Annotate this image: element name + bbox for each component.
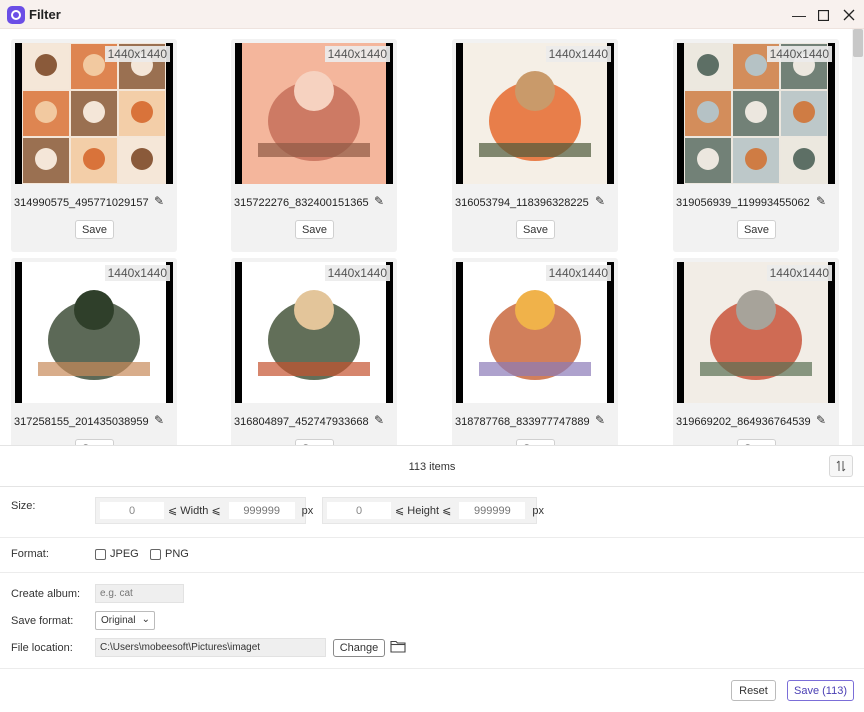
divider — [0, 668, 864, 669]
dimension-badge: 1440x1440 — [766, 265, 832, 281]
illustration-preview — [463, 43, 607, 184]
illustration-preview — [684, 43, 828, 184]
save-button[interactable]: Save — [516, 220, 555, 239]
items-count: 113 items — [408, 461, 456, 473]
png-checkbox-box[interactable] — [150, 548, 161, 560]
scrollbar-thumb[interactable] — [853, 29, 863, 57]
image-card[interactable]: 1440x1440317258155_201435038959✎Save — [11, 258, 177, 445]
image-grid: 1440x1440 314990575_495771029157 ✎ Save 1440… — [0, 29, 852, 445]
title-bar: Filter — — [0, 0, 864, 29]
sort-button[interactable] — [829, 455, 853, 477]
format-label: Format: — [11, 548, 49, 560]
save-button[interactable]: Save — [737, 220, 776, 239]
image-card[interactable]: 1440x1440316804897_452747933668✎Save — [231, 258, 397, 445]
size-label: Size: — [11, 500, 36, 512]
dimension-badge: 1440x1440 — [104, 46, 170, 62]
height-range: ⩽ Height ⩽ px — [322, 497, 544, 524]
folder-icon[interactable] — [390, 639, 406, 655]
divider — [0, 537, 864, 538]
illustration-preview — [22, 262, 166, 403]
width-min-input[interactable] — [100, 502, 164, 519]
pencil-icon[interactable]: ✎ — [816, 194, 826, 208]
image-thumbnail[interactable]: 1440x1440 — [15, 43, 173, 184]
height-min-input[interactable] — [327, 502, 391, 519]
change-location-button[interactable]: Change — [333, 639, 385, 657]
grid-scrollbar[interactable] — [852, 29, 864, 445]
width-range: ⩽ Width ⩽ px — [95, 497, 313, 524]
dimension-badge: 1440x1440 — [766, 46, 832, 62]
file-name: 318787768_833977747889 — [455, 416, 590, 428]
image-thumbnail[interactable]: 1440x1440 — [456, 262, 614, 403]
png-checkbox-label: PNG — [165, 548, 189, 560]
chevron-down-icon: ⌄ — [141, 614, 150, 625]
image-card[interactable]: 1440x1440 316053794_118396328225 ✎ Save — [452, 39, 618, 252]
sort-icon — [836, 460, 846, 472]
image-card[interactable]: 1440x1440 319056939_119993455062 ✎ Save — [673, 39, 839, 252]
file-location-label: File location: — [11, 642, 73, 654]
pencil-icon[interactable]: ✎ — [374, 194, 384, 208]
image-thumbnail[interactable]: 1440x1440 — [456, 43, 614, 184]
dimension-badge: 1440x1440 — [545, 46, 611, 62]
save-format-value: Original — [101, 615, 136, 626]
close-icon[interactable] — [838, 4, 860, 26]
image-thumbnail[interactable]: 1440x1440 — [15, 262, 173, 403]
illustration-preview — [242, 43, 386, 184]
height-unit: px — [532, 504, 544, 517]
image-thumbnail[interactable]: 1440x1440 — [235, 262, 393, 403]
file-name: 317258155_201435038959 — [14, 416, 149, 428]
width-max-input[interactable] — [228, 502, 295, 519]
png-checkbox[interactable]: PNG — [150, 548, 189, 560]
status-bar: 113 items — [0, 445, 864, 487]
file-name: 319056939_119993455062 — [676, 197, 810, 209]
image-thumbnail[interactable]: 1440x1440 — [677, 262, 835, 403]
image-card[interactable]: 1440x1440 314990575_495771029157 ✎ Save — [11, 39, 177, 252]
dimension-badge: 1440x1440 — [104, 265, 170, 281]
file-name: 319669202_864936764539 — [676, 416, 811, 428]
minimize-icon[interactable]: — — [788, 4, 810, 26]
reset-button[interactable]: Reset — [731, 680, 776, 701]
pencil-icon[interactable]: ✎ — [154, 194, 164, 208]
width-unit: px — [301, 504, 314, 517]
image-card[interactable]: 1440x1440 315722276_832400151365 ✎ Save — [231, 39, 397, 252]
image-thumbnail[interactable]: 1440x1440 — [677, 43, 835, 184]
file-name: 314990575_495771029157 — [14, 197, 149, 209]
width-range-label: ⩽ Width ⩽ — [168, 505, 221, 517]
height-range-label: ⩽ Height ⩽ — [395, 505, 452, 517]
jpeg-checkbox[interactable]: JPEG — [95, 548, 139, 560]
jpeg-checkbox-box[interactable] — [95, 548, 106, 560]
illustration-preview — [463, 262, 607, 403]
illustration-preview — [684, 262, 828, 403]
jpeg-checkbox-label: JPEG — [110, 548, 139, 560]
image-card[interactable]: 1440x1440319669202_864936764539✎Save — [673, 258, 839, 445]
divider — [0, 572, 864, 573]
file-name: 316804897_452747933668 — [234, 416, 369, 428]
dimension-badge: 1440x1440 — [324, 46, 390, 62]
save-button[interactable]: Save — [75, 220, 114, 239]
pencil-icon[interactable]: ✎ — [595, 194, 605, 208]
save-format-label: Save format: — [11, 615, 74, 627]
save-all-button[interactable]: Save (113) — [787, 680, 854, 701]
pencil-icon[interactable]: ✎ — [154, 413, 164, 427]
maximize-icon[interactable] — [812, 4, 834, 26]
file-name: 316053794_118396328225 — [455, 197, 589, 209]
app-logo-icon — [7, 6, 25, 24]
pencil-icon[interactable]: ✎ — [595, 413, 605, 427]
image-thumbnail[interactable]: 1440x1440 — [235, 43, 393, 184]
dimension-badge: 1440x1440 — [324, 265, 390, 281]
illustration-preview — [242, 262, 386, 403]
window-title: Filter — [29, 7, 61, 22]
album-name-input[interactable] — [95, 584, 184, 603]
pencil-icon[interactable]: ✎ — [816, 413, 826, 427]
create-album-label: Create album: — [11, 588, 81, 600]
height-max-input[interactable] — [459, 502, 526, 519]
image-card[interactable]: 1440x1440318787768_833977747889✎Save — [452, 258, 618, 445]
save-button[interactable]: Save — [295, 220, 334, 239]
illustration-preview — [22, 43, 166, 184]
dimension-badge: 1440x1440 — [545, 265, 611, 281]
file-name: 315722276_832400151365 — [234, 197, 369, 209]
pencil-icon[interactable]: ✎ — [374, 413, 384, 427]
file-location-input[interactable]: C:\Users\mobeesoft\Pictures\imaget — [95, 638, 326, 657]
save-format-select[interactable]: Original ⌄ — [95, 611, 155, 630]
